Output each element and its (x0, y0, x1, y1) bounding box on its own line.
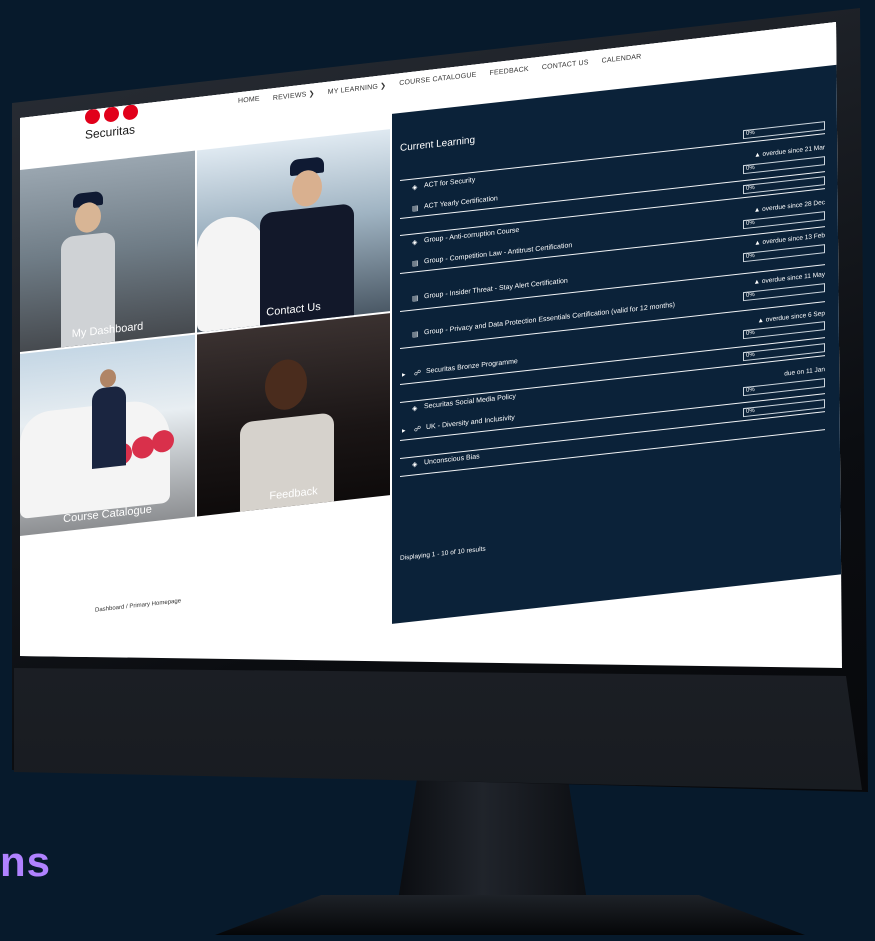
nav-my-learning[interactable]: MY LEARNING ❯ (328, 82, 387, 96)
nav-reviews[interactable]: REVIEWS ❯ (273, 89, 315, 102)
due-status: due on 11 Jan (784, 366, 825, 378)
panel-title: Current Learning (400, 134, 476, 155)
progress-bar: 0% (743, 399, 825, 418)
document-icon: ▤ (412, 330, 419, 339)
progress-bar: 0% (743, 343, 825, 362)
shield-icon: ◈ (412, 184, 418, 192)
tile-feedback[interactable]: Feedback (197, 313, 390, 517)
current-learning-panel: Current Learning 0% ◈ ACT for Security ▲ … (392, 64, 842, 624)
progress-bar: 0% (743, 244, 825, 263)
nav-course-catalogue[interactable]: COURSE CATALOGUE (399, 72, 476, 89)
breadcrumb[interactable]: Dashboard / Primary Homepage (95, 598, 181, 613)
monitor-stand-base (215, 895, 805, 935)
course-name[interactable]: ACT for Security (424, 177, 475, 190)
document-icon: ▤ (412, 259, 419, 268)
progress-bar: 0% (743, 321, 825, 340)
quick-link-tiles: My Dashboard Contact Us Course Catalogue… (20, 129, 392, 540)
monitor-scene: ⌂ — ▯ ⚲ ◉ ✉ ♟ Securitas (0, 0, 875, 941)
shield-icon: ◈ (412, 239, 418, 247)
tile-my-dashboard[interactable]: My Dashboard (20, 150, 195, 352)
shield-icon: ◈ (412, 461, 418, 469)
nav-contact-us[interactable]: CONTACT US (542, 59, 589, 72)
course-name[interactable]: Securitas Social Media Policy (424, 393, 516, 410)
tile-course-catalogue[interactable]: Course Catalogue (20, 334, 195, 536)
expand-caret-icon[interactable]: ▸ (402, 426, 409, 434)
document-icon: ▤ (412, 294, 419, 303)
nav-home[interactable]: HOME (238, 96, 260, 106)
nav-feedback[interactable]: FEEDBACK (489, 66, 528, 78)
tagline-fragment: ns (0, 838, 52, 885)
progress-bar: 0% (743, 121, 825, 140)
tile-contact-us[interactable]: Contact Us (197, 129, 390, 333)
results-count: Displaying 1 - 10 of 10 results (400, 545, 486, 563)
expand-caret-icon[interactable]: ▸ (402, 370, 409, 378)
course-name[interactable]: Group - Anti-corruption Course (424, 227, 519, 245)
shield-icon: ◈ (412, 405, 418, 413)
users-icon: ☍ (414, 369, 422, 378)
course-name[interactable]: Group - Insider Threat - Stay Alert Cert… (424, 278, 568, 301)
guard-photo (90, 367, 130, 471)
document-icon: ▤ (412, 204, 419, 213)
nav-calendar[interactable]: CALENDAR (602, 53, 642, 65)
users-icon: ☍ (414, 425, 422, 434)
progress-bar: 0% (743, 283, 825, 302)
